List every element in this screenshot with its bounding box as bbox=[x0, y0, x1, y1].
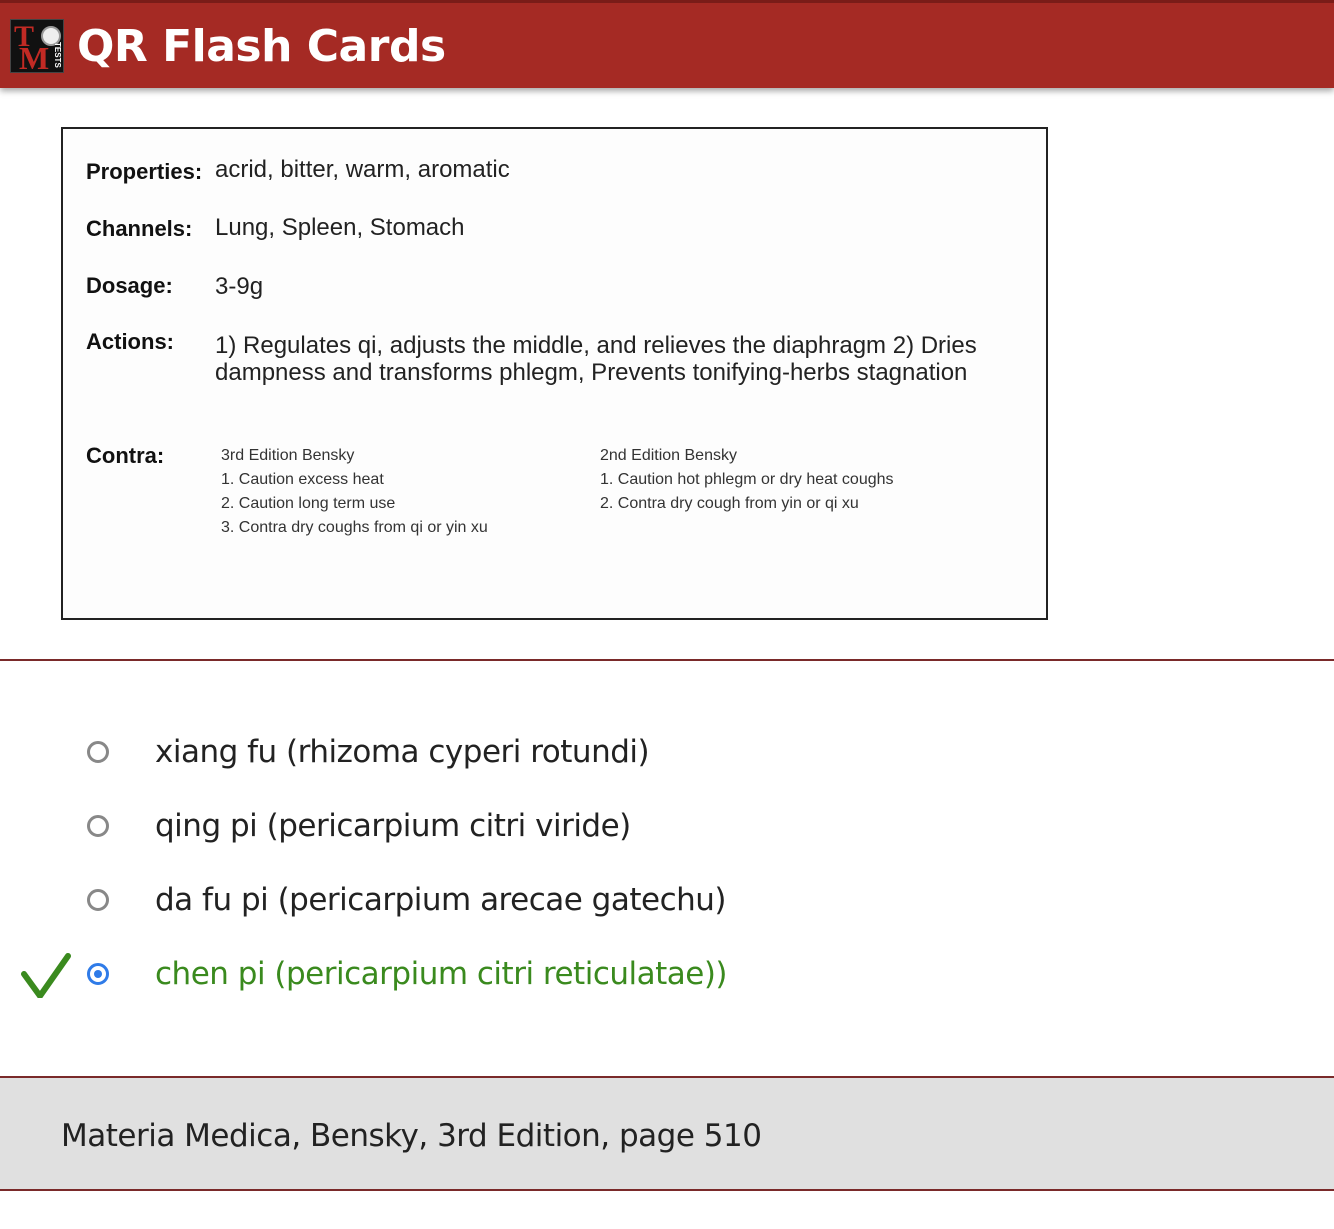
dosage-label: Dosage: bbox=[86, 273, 173, 298]
source-reference: Materia Medica, Bensky, 3rd Edition, pag… bbox=[61, 1118, 762, 1154]
answer-option-correct[interactable]: chen pi (pericarpium citri reticulatae)) bbox=[0, 946, 1334, 1006]
radio-button[interactable] bbox=[87, 889, 109, 911]
contra-2nd-heading: 2nd Edition Bensky bbox=[600, 447, 737, 464]
dosage-value: 3-9g bbox=[215, 273, 264, 300]
contra-3rd-heading: 3rd Edition Bensky bbox=[221, 447, 355, 464]
actions-value: 1) Regulates qi, adjusts the middle, and… bbox=[215, 332, 977, 386]
answer-option[interactable]: xiang fu (rhizoma cyperi rotundi) bbox=[0, 724, 1334, 784]
channels-value: Lung, Spleen, Stomach bbox=[215, 214, 465, 241]
radio-button-selected[interactable] bbox=[87, 963, 109, 985]
contra-label: Contra: bbox=[86, 443, 165, 468]
answer-option-label[interactable]: chen pi (pericarpium citri reticulatae)) bbox=[155, 956, 728, 992]
app-title: QR Flash Cards bbox=[77, 21, 446, 72]
contra-item: 1. Caution hot phlegm or dry heat coughs bbox=[600, 471, 894, 488]
source-footer: Materia Medica, Bensky, 3rd Edition, pag… bbox=[0, 1076, 1334, 1191]
contra-item: 3. Contra dry coughs from qi or yin xu bbox=[221, 519, 488, 536]
contra-3rd-edition: 3rd Edition Bensky 1. Caution excess hea… bbox=[221, 444, 488, 540]
contra-2nd-edition: 2nd Edition Bensky 1. Caution hot phlegm… bbox=[600, 444, 894, 516]
answer-option-label[interactable]: qing pi (pericarpium citri viride) bbox=[155, 808, 631, 844]
radio-button[interactable] bbox=[87, 741, 109, 763]
channels-label: Channels: bbox=[86, 216, 193, 241]
flash-card-image: Properties: acrid, bitter, warm, aromati… bbox=[61, 127, 1048, 620]
radio-button[interactable] bbox=[87, 815, 109, 837]
contra-item: 1. Caution excess heat bbox=[221, 471, 384, 488]
checkmark-icon bbox=[21, 953, 71, 998]
tcm-tests-logo: T M TESTS bbox=[10, 19, 64, 76]
answer-option-label[interactable]: da fu pi (pericarpium arecae gatechu) bbox=[155, 882, 727, 918]
section-divider bbox=[0, 659, 1334, 661]
properties-label: Properties: bbox=[86, 159, 203, 184]
actions-label: Actions: bbox=[86, 329, 174, 354]
properties-value: acrid, bitter, warm, aromatic bbox=[215, 156, 510, 183]
answer-option[interactable]: da fu pi (pericarpium arecae gatechu) bbox=[0, 872, 1334, 932]
contra-item: 2. Contra dry cough from yin or qi xu bbox=[600, 495, 859, 512]
app-header: T M TESTS QR Flash Cards bbox=[0, 0, 1334, 88]
contra-item: 2. Caution long term use bbox=[221, 495, 396, 512]
answer-option[interactable]: qing pi (pericarpium citri viride) bbox=[0, 798, 1334, 858]
answer-option-label[interactable]: xiang fu (rhizoma cyperi rotundi) bbox=[155, 734, 650, 770]
